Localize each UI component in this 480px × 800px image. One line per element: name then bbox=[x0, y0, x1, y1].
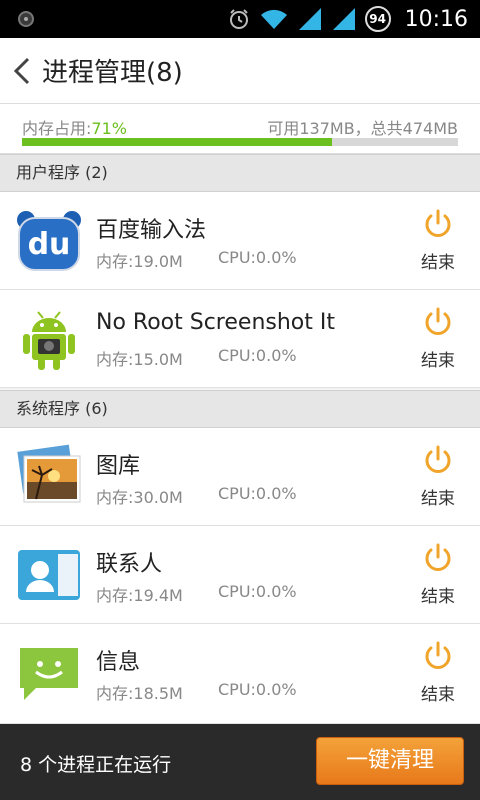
app-name: 信息 bbox=[96, 650, 141, 675]
one-click-clean-button[interactable]: 一键清理 bbox=[316, 737, 464, 785]
memory-progress-bar bbox=[22, 138, 458, 146]
end-process-button[interactable]: 结束 bbox=[414, 208, 462, 278]
signal-icon-2 bbox=[332, 8, 355, 30]
memory-label-prefix: 内存占用: bbox=[22, 119, 92, 138]
messages-icon bbox=[20, 648, 78, 700]
section-header-user: 用户程序 (2) bbox=[0, 154, 480, 192]
svg-text:du: du bbox=[28, 227, 71, 262]
power-icon bbox=[425, 543, 451, 571]
app-memory: 内存:15.0M bbox=[96, 350, 183, 369]
wifi-icon bbox=[260, 9, 287, 29]
status-icons: 94 10:16 bbox=[227, 0, 474, 38]
process-row[interactable]: 联系人 内存:19.4M CPU:0.0% 结束 bbox=[0, 526, 480, 624]
end-process-button[interactable]: 结束 bbox=[414, 640, 462, 710]
end-label: 结束 bbox=[421, 253, 455, 273]
process-row[interactable]: 信息 内存:18.5M CPU:0.0% 结束 bbox=[0, 624, 480, 724]
app-name: No Root Screenshot It bbox=[96, 310, 335, 335]
signal-icon bbox=[298, 8, 321, 30]
clock: 10:16 bbox=[404, 6, 468, 32]
app-name: 图库 bbox=[96, 454, 141, 479]
section-header-system: 系统程序 (6) bbox=[0, 390, 480, 428]
memory-progress-fill bbox=[22, 138, 332, 146]
app-cpu: CPU:0.0% bbox=[218, 680, 297, 699]
contacts-icon bbox=[18, 550, 80, 600]
end-process-button[interactable]: 结束 bbox=[414, 444, 462, 514]
running-process-count: 8 个进程正在运行 bbox=[20, 754, 172, 776]
back-arrow-icon[interactable] bbox=[10, 56, 36, 86]
end-process-button[interactable]: 结束 bbox=[414, 306, 462, 376]
android-robot-icon bbox=[23, 311, 75, 370]
power-icon bbox=[425, 209, 451, 237]
battery-icon: 94 bbox=[364, 6, 391, 32]
baidu-du-icon: du bbox=[17, 211, 81, 271]
app-cpu: CPU:0.0% bbox=[218, 248, 297, 267]
app-name: 百度输入法 bbox=[96, 218, 207, 243]
process-row[interactable]: du 百度输入法 内存:19.0M CPU:0.0% 结束 bbox=[0, 192, 480, 290]
power-icon bbox=[425, 307, 451, 335]
app-memory: 内存:19.4M bbox=[96, 586, 183, 605]
app-memory: 内存:18.5M bbox=[96, 684, 183, 703]
battery-level: 94 bbox=[369, 12, 386, 26]
status-bar: 94 10:16 bbox=[0, 0, 480, 38]
app-memory: 内存:30.0M bbox=[96, 488, 183, 507]
notification-icon bbox=[18, 11, 34, 27]
end-process-button[interactable]: 结束 bbox=[414, 542, 462, 612]
app-memory: 内存:19.0M bbox=[96, 252, 183, 271]
memory-percent: 71% bbox=[91, 119, 127, 138]
footer-bar: 8 个进程正在运行 一键清理 bbox=[0, 724, 480, 800]
end-label: 结束 bbox=[421, 489, 455, 509]
alarm-icon bbox=[229, 9, 248, 29]
gallery-icon bbox=[17, 444, 81, 503]
process-row[interactable]: 图库 内存:30.0M CPU:0.0% 结束 bbox=[0, 428, 480, 526]
app-cpu: CPU:0.0% bbox=[218, 582, 297, 601]
app-cpu: CPU:0.0% bbox=[218, 346, 297, 365]
app-name: 联系人 bbox=[96, 552, 163, 577]
page-title: 进程管理(8) bbox=[42, 58, 183, 88]
end-label: 结束 bbox=[421, 685, 455, 705]
memory-usage-panel: 内存占用:71% 可用137MB，总共474MB bbox=[0, 104, 480, 154]
memory-summary: 可用137MB，总共474MB bbox=[267, 119, 458, 138]
process-row[interactable]: No Root Screenshot It 内存:15.0M CPU:0.0% … bbox=[0, 290, 480, 388]
power-icon bbox=[425, 641, 451, 669]
end-label: 结束 bbox=[421, 587, 455, 607]
end-label: 结束 bbox=[421, 351, 455, 371]
power-icon bbox=[425, 445, 451, 473]
app-cpu: CPU:0.0% bbox=[218, 484, 297, 503]
memory-usage-label: 内存占用:71% bbox=[22, 115, 127, 139]
title-bar: 进程管理(8) bbox=[0, 38, 480, 104]
